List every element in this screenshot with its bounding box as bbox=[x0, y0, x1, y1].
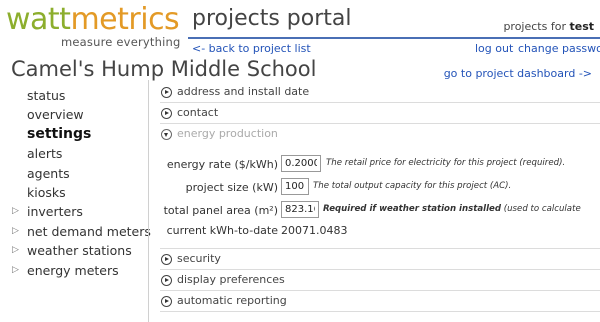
energy-rate-hint: The retail price for electricity for thi… bbox=[326, 158, 566, 168]
expand-arrow-icon: ▷ bbox=[12, 264, 19, 275]
sidebar-item-inverters[interactable]: ▷ inverters bbox=[0, 202, 150, 221]
section-automatic-reporting[interactable]: automatic reporting bbox=[160, 291, 600, 312]
sidebar-item-agents[interactable]: agents bbox=[0, 164, 150, 183]
expand-section-icon bbox=[161, 296, 172, 307]
expand-arrow-icon: ▷ bbox=[12, 245, 19, 256]
expand-section-icon bbox=[161, 87, 172, 98]
change-password-link[interactable]: change password bbox=[518, 42, 600, 55]
sidebar-item-overview[interactable]: overview bbox=[0, 105, 150, 124]
sidebar-divider bbox=[148, 80, 149, 322]
section-energy-production[interactable]: energy production bbox=[160, 124, 600, 145]
project-size-input[interactable] bbox=[281, 178, 309, 195]
sidebar-item-kiosks[interactable]: kiosks bbox=[0, 183, 150, 202]
energy-production-form: energy rate ($/kWh) The retail price for… bbox=[160, 145, 600, 249]
header-divider bbox=[188, 37, 600, 39]
sidebar-item-weather-stations[interactable]: ▷ weather stations bbox=[0, 241, 150, 260]
current-kwh-to-date-label: current kWh-to-date bbox=[166, 224, 278, 237]
portal-title: projects portal bbox=[192, 6, 352, 31]
sidebar-item-alerts[interactable]: alerts bbox=[0, 144, 150, 163]
section-display-preferences[interactable]: display preferences bbox=[160, 270, 600, 291]
current-kwh-to-date-value: 20071.0483 bbox=[281, 224, 348, 237]
section-security[interactable]: security bbox=[160, 249, 600, 270]
projects-for-label: projects for test bbox=[503, 20, 594, 33]
project-size-label: project size (kW) bbox=[185, 181, 278, 194]
section-contact[interactable]: contact bbox=[160, 103, 600, 124]
current-user: test bbox=[569, 20, 594, 33]
total-panel-area-label: total panel area (m²) bbox=[163, 204, 278, 217]
sidebar-item-net-demand-meters[interactable]: ▷ net demand meters bbox=[0, 222, 151, 241]
total-panel-area-hint: Required if weather station installed (u… bbox=[323, 204, 581, 214]
logo-wordmark: wattmetrics bbox=[6, 2, 180, 37]
logo-tagline: measure everything bbox=[61, 35, 181, 49]
settings-panel: address and install date contact energy … bbox=[160, 82, 600, 312]
total-panel-area-input[interactable] bbox=[281, 201, 319, 218]
wattmetrics-logo[interactable]: wattmetrics measure everything bbox=[6, 2, 186, 50]
energy-rate-label: energy rate ($/kWh) bbox=[166, 158, 278, 171]
sidebar-item-energy-meters[interactable]: ▷ energy meters bbox=[0, 261, 150, 280]
log-out-link[interactable]: log out bbox=[475, 42, 513, 55]
section-address-and-install-date[interactable]: address and install date bbox=[160, 82, 600, 103]
expand-arrow-icon: ▷ bbox=[12, 206, 19, 217]
collapse-section-icon bbox=[161, 129, 172, 140]
sidebar-nav: status overview settings alerts agents k… bbox=[0, 86, 151, 280]
project-name: Camel's Hump Middle School bbox=[11, 57, 317, 81]
sidebar-item-settings[interactable]: settings bbox=[0, 125, 150, 144]
energy-rate-input[interactable] bbox=[281, 155, 321, 172]
expand-section-icon bbox=[161, 108, 172, 119]
back-to-project-list-link[interactable]: <- back to project list bbox=[192, 42, 311, 55]
go-to-project-dashboard-link[interactable]: go to project dashboard -> bbox=[444, 67, 592, 80]
expand-arrow-icon: ▷ bbox=[12, 225, 19, 236]
expand-section-icon bbox=[161, 254, 172, 265]
sidebar-item-status[interactable]: status bbox=[0, 86, 150, 105]
expand-section-icon bbox=[161, 275, 172, 286]
project-size-hint: The total output capacity for this proje… bbox=[313, 181, 512, 191]
